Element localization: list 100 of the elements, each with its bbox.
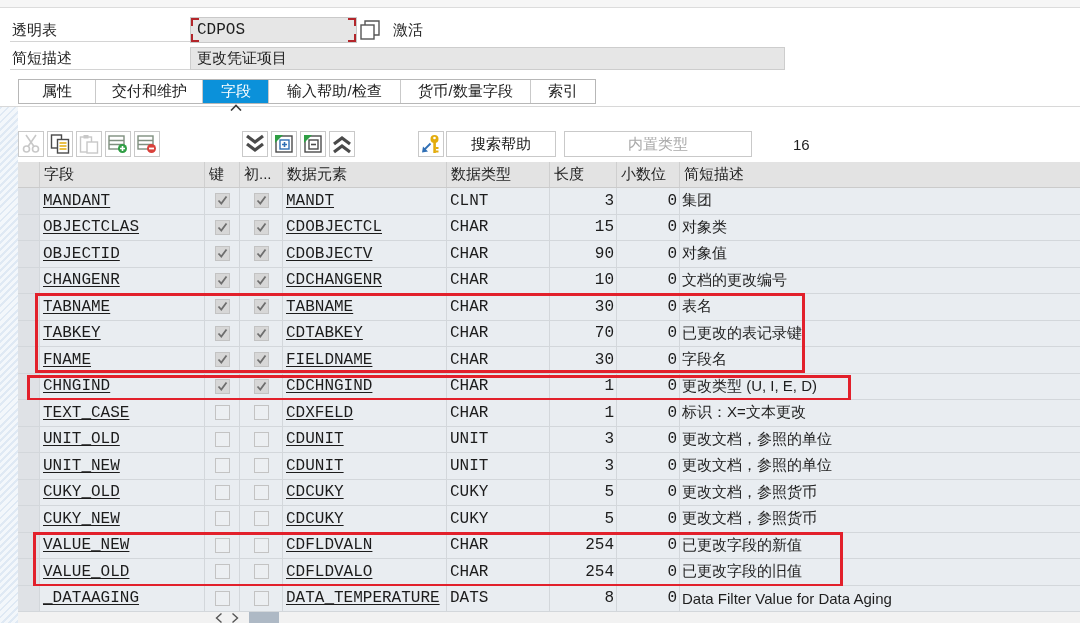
checkbox[interactable] bbox=[253, 378, 269, 394]
field-link[interactable]: VALUE_NEW bbox=[43, 536, 130, 555]
double-chevron-up-icon bbox=[332, 134, 352, 154]
data-element-link[interactable]: DATA_TEMPERATURE bbox=[286, 589, 440, 608]
field-link[interactable]: UNIT_OLD bbox=[43, 430, 120, 449]
row-selector[interactable] bbox=[18, 294, 40, 320]
checkbox[interactable] bbox=[253, 590, 269, 606]
checkbox[interactable] bbox=[214, 537, 230, 553]
data-element-link[interactable]: CDFLDVALO bbox=[286, 562, 373, 581]
field-link[interactable]: _DATAAGING bbox=[43, 589, 139, 608]
data-element-link[interactable]: CDCUKY bbox=[286, 509, 344, 528]
table-name-field[interactable]: CDPOS bbox=[190, 17, 357, 43]
checkbox[interactable] bbox=[214, 484, 230, 500]
description-cell-text: 更改文档，参照货币 bbox=[681, 508, 818, 529]
row-selector[interactable] bbox=[18, 559, 40, 585]
checkbox[interactable] bbox=[214, 458, 230, 474]
scrollbar-thumb[interactable] bbox=[249, 612, 279, 623]
checkbox[interactable] bbox=[253, 219, 269, 235]
length-cell: 1 bbox=[550, 373, 617, 399]
row-selector[interactable] bbox=[18, 347, 40, 373]
checkbox[interactable] bbox=[214, 378, 230, 394]
checkbox[interactable] bbox=[253, 511, 269, 527]
checkbox[interactable] bbox=[253, 431, 269, 447]
data-element-link[interactable]: MANDT bbox=[286, 191, 334, 210]
field-link[interactable]: CHNGIND bbox=[43, 377, 111, 396]
decimals-cell: 0 bbox=[617, 373, 680, 399]
field-link[interactable]: CHANGENR bbox=[43, 271, 120, 290]
data-element-link[interactable]: CDFLDVALN bbox=[286, 536, 373, 555]
data-type-cell: CLNT bbox=[447, 188, 550, 214]
data-element-link[interactable]: CDCHANGENR bbox=[286, 271, 382, 290]
key-button[interactable] bbox=[418, 131, 444, 157]
decimals-cell: 0 bbox=[617, 214, 680, 240]
field-link[interactable]: TEXT_CASE bbox=[43, 403, 130, 422]
double-chevron-down-icon bbox=[245, 134, 265, 154]
data-element-link[interactable]: FIELDNAME bbox=[286, 350, 373, 369]
checkbox[interactable] bbox=[253, 299, 269, 315]
data-element-link[interactable]: CDTABKEY bbox=[286, 324, 363, 343]
field-link[interactable]: MANDANT bbox=[43, 191, 111, 210]
data-element-link[interactable]: CDCHNGIND bbox=[286, 377, 373, 396]
checkbox[interactable] bbox=[253, 458, 269, 474]
data-element-link[interactable]: CDXFELD bbox=[286, 403, 354, 422]
data-element-link[interactable]: TABNAME bbox=[286, 297, 354, 316]
field-link[interactable]: UNIT_NEW bbox=[43, 456, 120, 475]
checkbox[interactable] bbox=[214, 431, 230, 447]
remove-box-button[interactable] bbox=[300, 131, 326, 157]
field-link[interactable]: TABNAME bbox=[43, 297, 111, 316]
checkbox[interactable] bbox=[253, 272, 269, 288]
checkbox[interactable] bbox=[253, 352, 269, 368]
field-link[interactable]: OBJECTID bbox=[43, 244, 120, 263]
field-link[interactable]: TABKEY bbox=[43, 324, 101, 343]
add-row-button[interactable] bbox=[105, 131, 131, 157]
checkbox[interactable] bbox=[214, 219, 230, 235]
checkbox[interactable] bbox=[214, 511, 230, 527]
checkbox[interactable] bbox=[214, 564, 230, 580]
copy-button[interactable] bbox=[47, 131, 73, 157]
field-link[interactable]: CUKY_OLD bbox=[43, 483, 120, 502]
data-element-link[interactable]: CDOBJECTCL bbox=[286, 218, 382, 237]
add-box-button[interactable] bbox=[271, 131, 297, 157]
checkbox[interactable] bbox=[214, 272, 230, 288]
copy-icon[interactable] bbox=[360, 20, 380, 40]
double-chevron-up-button[interactable] bbox=[329, 131, 355, 157]
double-chevron-down-button[interactable] bbox=[242, 131, 268, 157]
length-cell: 8 bbox=[550, 585, 617, 611]
data-element-link[interactable]: CDUNIT bbox=[286, 430, 344, 449]
length-cell: 90 bbox=[550, 241, 617, 267]
checkbox[interactable] bbox=[253, 193, 269, 209]
checkbox[interactable] bbox=[253, 564, 269, 580]
description-field[interactable]: 更改凭证项目 bbox=[190, 47, 785, 70]
checkbox[interactable] bbox=[253, 246, 269, 262]
field-link[interactable]: FNAME bbox=[43, 350, 91, 369]
decimals-cell: 0 bbox=[617, 347, 680, 373]
checkbox[interactable] bbox=[253, 537, 269, 553]
text-button[interactable]: 搜索帮助 bbox=[446, 131, 556, 157]
data-type-cell: CHAR bbox=[447, 267, 550, 293]
data-element-link[interactable]: CDOBJECTV bbox=[286, 244, 373, 263]
checkbox[interactable] bbox=[253, 325, 269, 341]
decimals-cell: 0 bbox=[617, 294, 680, 320]
checkbox[interactable] bbox=[253, 405, 269, 421]
checkbox[interactable] bbox=[214, 590, 230, 606]
checkbox[interactable] bbox=[214, 299, 230, 315]
length-cell: 254 bbox=[550, 559, 617, 585]
field-link[interactable]: VALUE_OLD bbox=[43, 562, 130, 581]
delete-row-button[interactable] bbox=[134, 131, 160, 157]
data-element-link[interactable]: CDCUKY bbox=[286, 483, 344, 502]
field-link[interactable]: CUKY_NEW bbox=[43, 509, 120, 528]
data-element-link[interactable]: CDUNIT bbox=[286, 456, 344, 475]
add-row-icon bbox=[108, 134, 128, 154]
column-header: 初... bbox=[240, 162, 283, 187]
checkbox[interactable] bbox=[214, 352, 230, 368]
checkbox[interactable] bbox=[214, 325, 230, 341]
checkbox[interactable] bbox=[214, 405, 230, 421]
checkbox[interactable] bbox=[214, 246, 230, 262]
data-type-cell: CHAR bbox=[447, 559, 550, 585]
scroll-left-icon[interactable] bbox=[215, 613, 223, 623]
field-link[interactable]: OBJECTCLAS bbox=[43, 218, 139, 237]
scroll-right-icon[interactable] bbox=[231, 613, 239, 623]
checkbox[interactable] bbox=[214, 193, 230, 209]
checkbox[interactable] bbox=[253, 484, 269, 500]
length-cell: 3 bbox=[550, 426, 617, 452]
decimals-cell: 0 bbox=[617, 267, 680, 293]
